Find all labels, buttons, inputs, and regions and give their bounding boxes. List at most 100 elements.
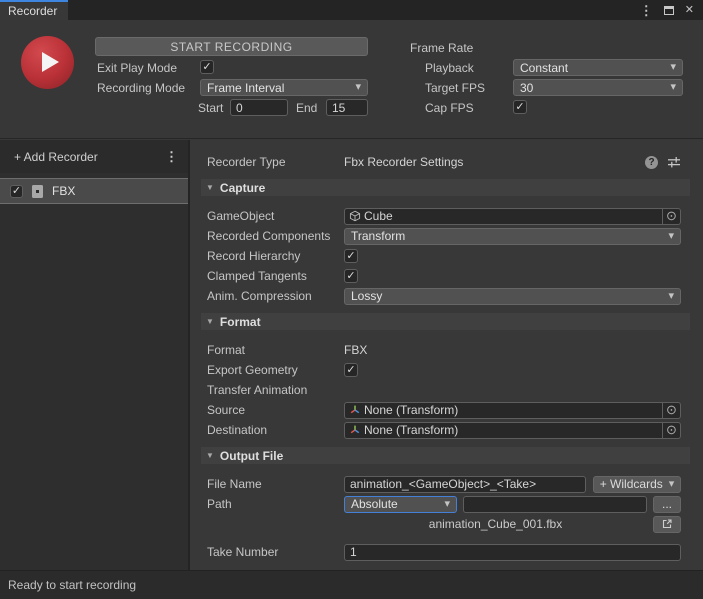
recorder-list-item-fbx[interactable]: ✓ FBX	[0, 178, 188, 204]
end-frame-input[interactable]	[326, 99, 368, 116]
format-value: FBX	[344, 343, 367, 357]
start-recording-button[interactable]: START RECORDING	[95, 37, 368, 56]
chevron-down-icon: ▾	[662, 231, 674, 242]
recording-mode-label: Recording Mode	[97, 80, 185, 96]
check-icon: ✓	[515, 102, 524, 113]
start-frame-label: Start	[198, 100, 223, 116]
open-output-button[interactable]	[653, 516, 681, 533]
maximize-icon[interactable]	[664, 6, 674, 15]
open-external-icon	[661, 518, 673, 530]
path-mode-dropdown[interactable]: Absolute ▾	[344, 496, 457, 513]
recorder-type-row: Recorder Type Fbx Recorder Settings ?	[207, 152, 681, 172]
wildcards-button[interactable]: + Wildcards ▾	[593, 476, 681, 493]
recorded-components-label: Recorded Components	[207, 229, 344, 243]
add-recorder-button[interactable]: + Add Recorder	[14, 150, 98, 164]
path-label: Path	[207, 497, 344, 511]
chevron-down-icon: ▾	[438, 499, 450, 510]
take-number-input[interactable]	[344, 544, 681, 561]
gameobject-value: Cube	[364, 209, 393, 223]
path-mode-value: Absolute	[351, 497, 398, 511]
exit-play-mode-checkbox[interactable]: ✓	[200, 60, 214, 74]
recording-mode-dropdown[interactable]: Frame Interval ▾	[200, 79, 368, 96]
recorder-enabled-checkbox[interactable]: ✓	[10, 185, 23, 198]
chevron-down-icon: ▾	[664, 82, 676, 93]
section-header-format[interactable]: ▼ Format	[201, 313, 690, 330]
file-name-label: File Name	[207, 477, 344, 491]
section-title: Output File	[220, 449, 283, 463]
recorder-list-panel: + Add Recorder ⋮ ✓ FBX	[0, 140, 190, 570]
take-number-label: Take Number	[207, 545, 344, 559]
start-recording-label: START RECORDING	[170, 40, 292, 54]
cap-fps-checkbox[interactable]: ✓	[513, 100, 527, 114]
chevron-down-icon: ▾	[664, 62, 676, 73]
record-button[interactable]	[21, 36, 74, 89]
recorder-list-header: + Add Recorder ⋮	[0, 140, 188, 173]
playback-dropdown[interactable]: Constant ▾	[513, 59, 683, 76]
anim-compression-label: Anim. Compression	[207, 289, 344, 303]
clamped-tangents-label: Clamped Tangents	[207, 269, 344, 283]
source-row: Source None (Transform) ⊙	[207, 400, 681, 420]
recorder-list-menu-icon[interactable]: ⋮	[165, 150, 178, 163]
section-title: Format	[220, 315, 261, 329]
destination-value: None (Transform)	[364, 423, 458, 437]
target-fps-label: Target FPS	[425, 80, 485, 96]
record-hierarchy-label: Record Hierarchy	[207, 249, 344, 263]
output-file-preview: animation_Cube_001.fbx	[344, 517, 647, 531]
recorder-item-label: FBX	[52, 184, 75, 198]
window-menu-icon[interactable]: ⋮	[640, 4, 653, 17]
tab-title: Recorder	[8, 4, 57, 18]
object-picker-icon[interactable]: ⊙	[662, 403, 680, 418]
file-name-row: File Name + Wildcards ▾	[207, 474, 681, 494]
source-label: Source	[207, 403, 344, 417]
playback-value: Constant	[520, 61, 568, 75]
anim-compression-dropdown[interactable]: Lossy ▾	[344, 288, 681, 305]
transform-icon	[349, 404, 361, 416]
export-geometry-checkbox[interactable]: ✓	[344, 363, 358, 377]
transfer-animation-label: Transfer Animation	[207, 383, 344, 397]
clamped-tangents-row: Clamped Tangents ✓	[207, 266, 681, 286]
frame-rate-label: Frame Rate	[410, 40, 473, 56]
browse-button[interactable]: ...	[653, 496, 681, 513]
section-header-output-file[interactable]: ▼ Output File	[201, 447, 690, 464]
record-hierarchy-row: Record Hierarchy ✓	[207, 246, 681, 266]
tab-recorder[interactable]: Recorder	[0, 0, 68, 20]
recorded-components-dropdown[interactable]: Transform ▾	[344, 228, 681, 245]
target-fps-dropdown[interactable]: 30 ▾	[513, 79, 683, 96]
gameobject-field[interactable]: Cube ⊙	[344, 208, 681, 225]
cube-icon	[349, 210, 361, 222]
file-name-input[interactable]	[344, 476, 586, 493]
preset-icon[interactable]	[667, 156, 681, 168]
section-header-capture[interactable]: ▼ Capture	[201, 179, 690, 196]
destination-field[interactable]: None (Transform) ⊙	[344, 422, 681, 439]
format-row: Format FBX	[207, 340, 681, 360]
play-icon	[42, 52, 59, 72]
recorded-components-value: Transform	[351, 229, 405, 243]
path-row: Path Absolute ▾ ...	[207, 494, 681, 514]
take-number-row: Take Number	[207, 542, 681, 562]
object-picker-icon[interactable]: ⊙	[662, 423, 680, 438]
path-input[interactable]	[463, 496, 647, 513]
help-icon[interactable]: ?	[645, 156, 658, 169]
section-title: Capture	[220, 181, 265, 195]
source-field[interactable]: None (Transform) ⊙	[344, 402, 681, 419]
object-picker-icon[interactable]: ⊙	[662, 209, 680, 224]
foldout-open-icon: ▼	[206, 318, 214, 326]
recorder-window: Recorder ⋮ ✕ START RECORDING Exit Play M…	[0, 0, 703, 599]
check-icon: ✓	[346, 271, 355, 282]
transfer-animation-row: Transfer Animation	[207, 380, 681, 400]
recorded-components-row: Recorded Components Transform ▾	[207, 226, 681, 246]
destination-label: Destination	[207, 423, 344, 437]
clamped-tangents-checkbox[interactable]: ✓	[344, 269, 358, 283]
start-frame-input[interactable]	[230, 99, 288, 116]
close-icon[interactable]: ✕	[685, 5, 694, 16]
status-text: Ready to start recording	[8, 578, 136, 592]
recorder-settings-panel: Recorder Type Fbx Recorder Settings ?	[190, 140, 703, 570]
end-frame-label: End	[296, 100, 317, 116]
output-preview-row: animation_Cube_001.fbx	[207, 514, 681, 534]
record-hierarchy-checkbox[interactable]: ✓	[344, 249, 358, 263]
check-icon: ✓	[346, 251, 355, 262]
chevron-down-icon: ▾	[349, 82, 361, 93]
window-controls: ⋮ ✕	[640, 0, 703, 20]
main-area: + Add Recorder ⋮ ✓ FBX Recorder Type Fbx…	[0, 140, 703, 570]
foldout-open-icon: ▼	[206, 184, 214, 192]
